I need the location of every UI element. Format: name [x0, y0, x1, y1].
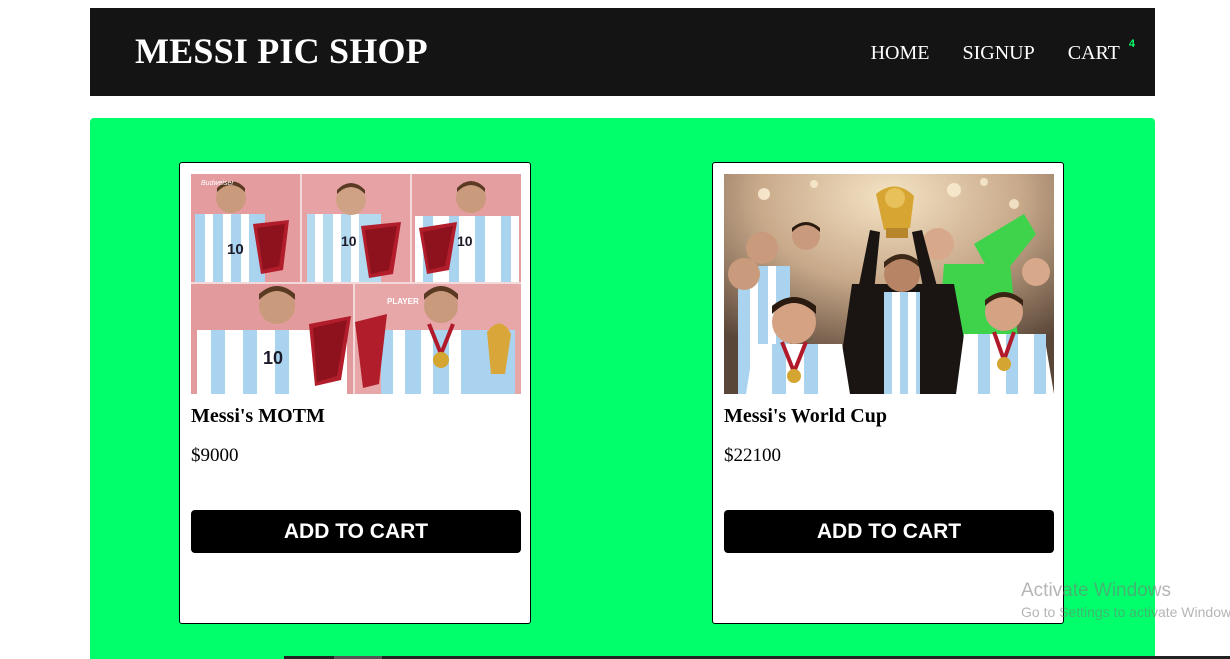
svg-text:10: 10 [263, 348, 283, 368]
svg-text:Budweiser: Budweiser [201, 180, 234, 187]
product-card: Messi's World Cup $22100 ADD TO CART [712, 162, 1064, 624]
add-to-cart-button[interactable]: ADD TO CART [191, 510, 521, 553]
nav-signup-link[interactable]: SIGNUP [962, 40, 1034, 66]
svg-text:PLAYER: PLAYER [387, 297, 419, 306]
add-to-cart-button[interactable]: ADD TO CART [724, 510, 1054, 553]
main-nav: HOME SIGNUP CART 4 [838, 38, 1135, 66]
nav-cart[interactable]: CART 4 [1068, 38, 1135, 66]
product-grid: 10 Budweiser 10 10 10 PLAYER Messi's MOT… [90, 118, 1155, 659]
product-price: $9000 [191, 445, 239, 466]
product-image-motm: 10 Budweiser 10 10 10 PLAYER [191, 174, 521, 394]
product-card: 10 Budweiser 10 10 10 PLAYER Messi's MOT… [179, 162, 531, 624]
nav-home-link[interactable]: HOME [871, 40, 930, 66]
site-header: MESSI PIC SHOP HOME SIGNUP CART 4 [90, 8, 1155, 96]
brand-logo-text[interactable]: MESSI PIC SHOP [135, 30, 428, 72]
cart-count-badge: 4 [1128, 38, 1135, 50]
svg-text:10: 10 [341, 233, 357, 249]
product-title: Messi's World Cup [724, 405, 887, 427]
svg-text:10: 10 [227, 241, 244, 258]
nav-cart-link[interactable]: CART [1068, 40, 1120, 66]
page: MESSI PIC SHOP HOME SIGNUP CART 4 10 Bud… [0, 0, 1230, 659]
product-price: $22100 [724, 445, 781, 466]
svg-text:10: 10 [457, 233, 473, 249]
product-title: Messi's MOTM [191, 405, 325, 427]
product-image-world-cup [724, 174, 1054, 394]
